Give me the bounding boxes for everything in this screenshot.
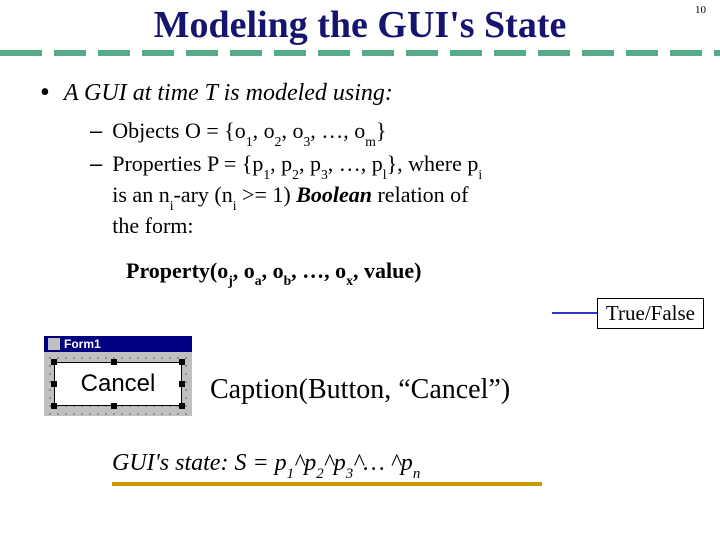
bullet-dot-icon: • xyxy=(40,78,50,107)
form-app-icon xyxy=(48,338,60,350)
selection-handle-icon xyxy=(51,381,57,387)
bullet-text: A GUI at time T is modeled using: xyxy=(64,78,393,109)
dash-item-objects: – Objects O = {o1, o2, o3, …, om} xyxy=(90,117,684,148)
mock-form-window: Form1 Cancel xyxy=(44,336,192,418)
dash-list: – Objects O = {o1, o2, o3, …, om} – Prop… xyxy=(90,117,684,241)
slide-title: Modeling the GUI's State xyxy=(0,0,720,46)
content-area: • A GUI at time T is modeled using: – Ob… xyxy=(0,56,720,288)
bullet-1: • A GUI at time T is modeled using: xyxy=(36,78,684,109)
selection-handle-icon xyxy=(179,381,185,387)
objects-text: Objects O = {o1, o2, o3, …, om} xyxy=(112,117,386,148)
form-title: Form1 xyxy=(64,337,101,351)
selection-handle-icon xyxy=(51,359,57,365)
state-definition: GUI's state: S = p1^p2^p3^… ^pn xyxy=(112,450,420,481)
form-titlebar: Form1 xyxy=(44,336,192,352)
true-false-callout: True/False xyxy=(597,298,704,329)
selection-handle-icon xyxy=(51,403,57,409)
selection-handle-icon xyxy=(111,359,117,365)
caption-example: Caption(Button, “Cancel”) xyxy=(210,374,510,406)
selection-handle-icon xyxy=(179,403,185,409)
dash-item-properties: – Properties P = {p1, p2, p3, …, pl}, wh… xyxy=(90,150,684,241)
slide-number: 10 xyxy=(695,4,706,16)
property-expression: Property(oj, oa, ob, …, ox, value) xyxy=(126,257,421,288)
dash-mark-icon: – xyxy=(90,150,102,179)
cancel-button[interactable]: Cancel xyxy=(54,362,182,406)
selection-handle-icon xyxy=(111,403,117,409)
properties-text: Properties P = {p1, p2, p3, …, pl}, wher… xyxy=(112,150,482,241)
dash-mark-icon: – xyxy=(90,117,102,146)
form-body: Cancel xyxy=(44,352,192,416)
selection-handle-icon xyxy=(179,359,185,365)
underline-rule xyxy=(112,482,542,486)
